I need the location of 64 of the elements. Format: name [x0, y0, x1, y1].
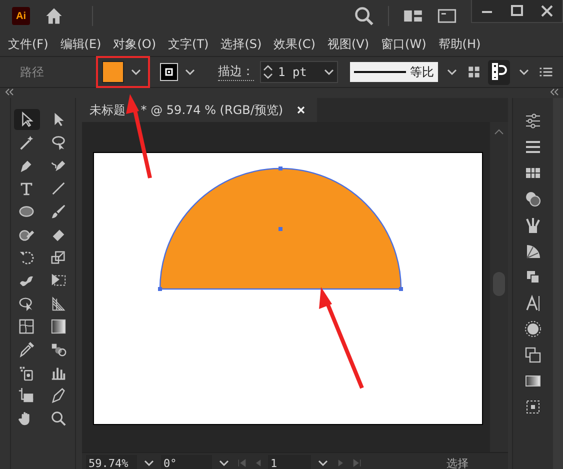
- rotation-field[interactable]: 0°: [160, 454, 212, 469]
- transform-icon[interactable]: [524, 398, 542, 416]
- magic-wand-icon: [18, 134, 36, 151]
- menu-item[interactable]: 文字(T): [168, 36, 209, 52]
- menu-item[interactable]: 选择(S): [220, 36, 262, 52]
- current-tool-label: 选择: [446, 456, 468, 469]
- stroke-swatch[interactable]: [160, 63, 178, 81]
- sliders-icon[interactable]: [524, 112, 542, 130]
- artboard-icon: [18, 387, 36, 404]
- eyedropper-icon: [18, 341, 36, 358]
- align-grid-icon[interactable]: [466, 64, 482, 80]
- chevron-down-icon[interactable]: [144, 460, 154, 466]
- blend-icon: [50, 341, 68, 358]
- gradient-icon: [50, 318, 68, 335]
- rotate-icon: [18, 249, 36, 266]
- chevron-down-icon[interactable]: [519, 69, 529, 75]
- character-icon[interactable]: [524, 294, 542, 312]
- search-icon[interactable]: [354, 6, 374, 26]
- appearance-icon[interactable]: [524, 320, 542, 338]
- brushes-icon[interactable]: [524, 216, 542, 234]
- collapse-icon[interactable]: [4, 88, 14, 96]
- window-panel-icon[interactable]: [437, 6, 457, 26]
- artboard-field[interactable]: 1: [268, 454, 311, 469]
- spinner-icon[interactable]: [261, 63, 275, 81]
- document-tab[interactable]: 未标题 * @ 59.74 % (RGB/预览): [82, 98, 318, 122]
- zoom-field[interactable]: 59.74%: [86, 454, 137, 469]
- ellipse-icon: [18, 203, 36, 220]
- menu-item[interactable]: 对象(O): [113, 36, 156, 52]
- chevron-down-icon[interactable]: [185, 69, 195, 75]
- menu-item[interactable]: 窗口(W): [381, 36, 426, 52]
- stroke-lines-icon[interactable]: [524, 138, 542, 156]
- menu-item[interactable]: 文件(F): [8, 36, 48, 52]
- semicircle-shape[interactable]: [158, 166, 403, 291]
- paintbrush-icon: [50, 203, 68, 220]
- stroke-profile-dropdown[interactable]: 等比: [350, 62, 438, 82]
- menu-item[interactable]: 帮助(H): [438, 36, 481, 52]
- lasso-icon: [50, 134, 68, 151]
- object-type-label: 路径: [20, 64, 45, 80]
- chevron-down-icon[interactable]: [447, 69, 457, 75]
- app-logo: Ai: [12, 7, 30, 25]
- perspective-grid-icon: [50, 295, 68, 312]
- home-icon[interactable]: [44, 6, 64, 26]
- fill-swatch[interactable]: [102, 61, 124, 83]
- chevron-down-icon[interactable]: [218, 460, 229, 466]
- menu-item[interactable]: 视图(V): [327, 36, 370, 52]
- stroke-weight-field[interactable]: 1 pt: [260, 61, 338, 83]
- gradient-wedge-icon[interactable]: [524, 242, 542, 260]
- menu-item[interactable]: 编辑(E): [60, 36, 102, 52]
- stroke-label[interactable]: 描边：: [218, 63, 254, 81]
- transparency-icon[interactable]: [524, 190, 542, 208]
- chevron-down-icon[interactable]: [318, 460, 328, 466]
- menu-item[interactable]: 效果(C): [274, 36, 316, 52]
- line-segment-icon: [50, 180, 68, 197]
- zoom-icon: [50, 410, 68, 427]
- scale-icon: [50, 249, 68, 266]
- layers-icon[interactable]: [524, 346, 542, 364]
- symbol-sprayer-icon: [18, 364, 36, 381]
- chevron-down-icon[interactable]: [324, 69, 334, 75]
- tool-button[interactable]: [14, 109, 40, 130]
- knife-icon: [50, 387, 68, 404]
- mesh-icon: [18, 318, 36, 335]
- close-icon[interactable]: [297, 106, 306, 114]
- collapse-icon[interactable]: [549, 88, 559, 96]
- chevron-down-icon[interactable]: [131, 69, 141, 75]
